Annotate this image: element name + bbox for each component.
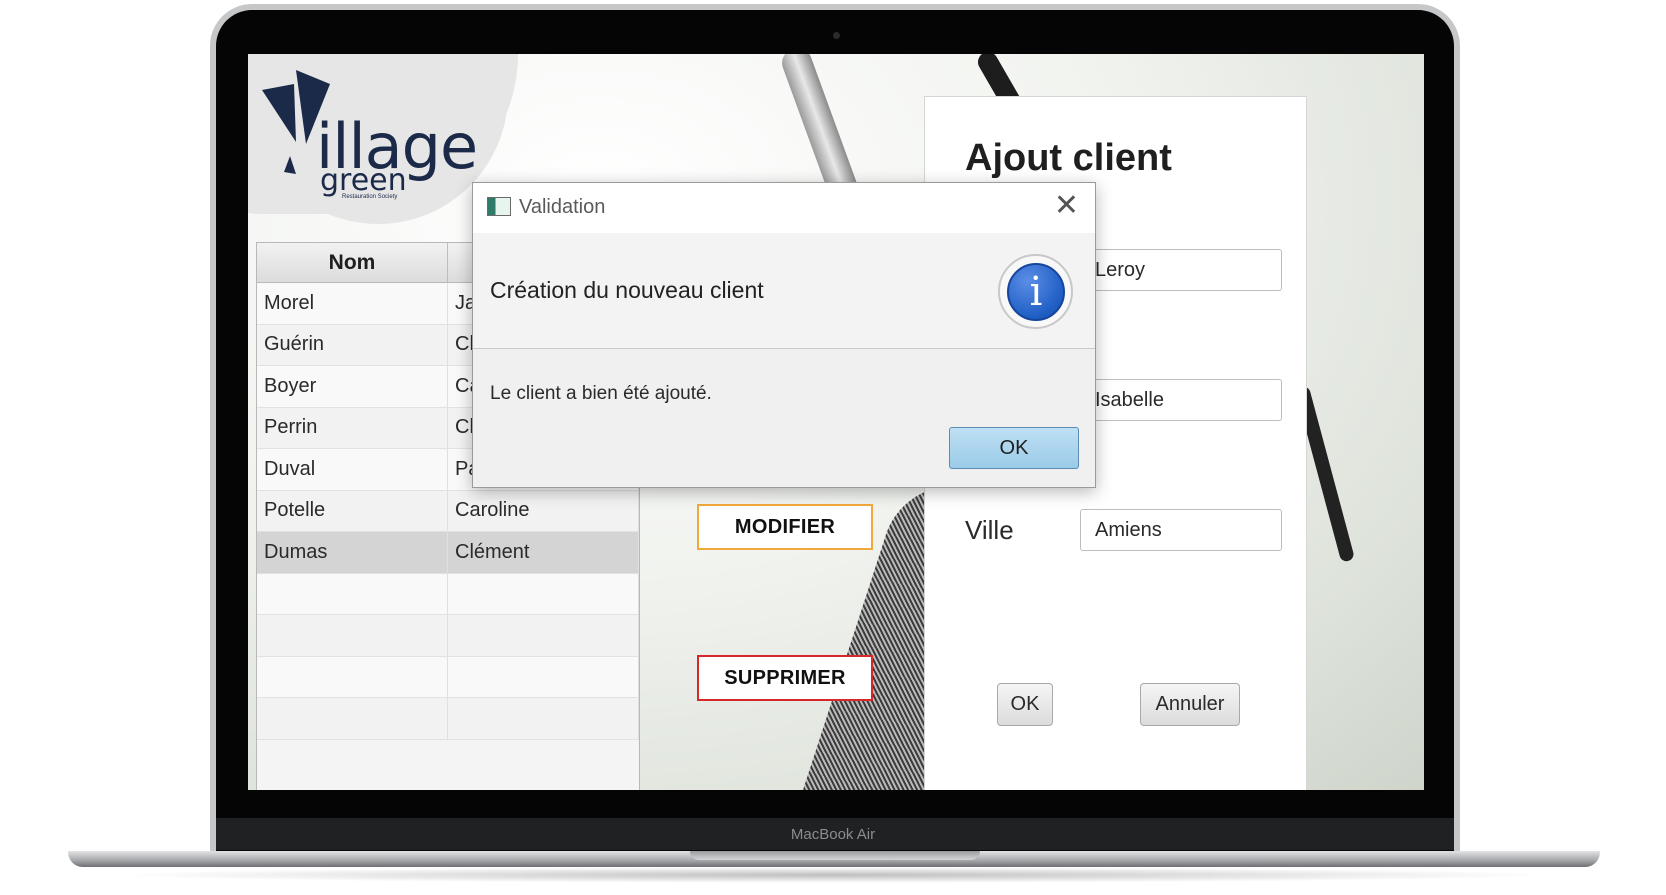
form-cancel-button[interactable]: Annuler bbox=[1140, 683, 1240, 726]
cell-nom bbox=[257, 698, 448, 739]
device-brand-label: MacBook Air bbox=[790, 826, 876, 843]
info-icon: i bbox=[1007, 263, 1065, 321]
cell-nom: Guérin bbox=[257, 324, 448, 365]
dialog-ok-button[interactable]: OK bbox=[949, 427, 1079, 469]
table-row-empty[interactable] bbox=[257, 698, 639, 740]
cell-nom: Dumas bbox=[257, 532, 448, 573]
validation-dialog: Validation ✕ Création du nouveau client … bbox=[472, 182, 1096, 488]
panel-title: Ajout client bbox=[965, 137, 1172, 179]
cell-nom: Morel bbox=[257, 283, 448, 324]
modify-button[interactable]: MODIFIER bbox=[697, 504, 873, 550]
cell-nom bbox=[257, 656, 448, 697]
dialog-header: Création du nouveau client i bbox=[473, 233, 1095, 349]
cell-prenom bbox=[448, 656, 639, 697]
dialog-header-text: Création du nouveau client bbox=[490, 277, 764, 303]
logo-tagline: Restauration Society bbox=[342, 194, 398, 200]
close-icon[interactable]: ✕ bbox=[1054, 191, 1079, 221]
dialog-title: Validation bbox=[519, 196, 606, 218]
table-row-empty[interactable] bbox=[257, 656, 639, 698]
cell-prenom bbox=[448, 615, 639, 656]
cell-nom: Perrin bbox=[257, 407, 448, 448]
delete-button[interactable]: SUPPRIMER bbox=[697, 655, 873, 701]
cell-prenom: Caroline bbox=[448, 490, 639, 531]
table-row-empty[interactable] bbox=[257, 573, 639, 615]
cell-nom: Duval bbox=[257, 449, 448, 490]
cell-nom bbox=[257, 615, 448, 656]
info-icon-ring: i bbox=[998, 254, 1073, 329]
table-row-selected[interactable]: Dumas Clément bbox=[257, 532, 639, 574]
camera-dot bbox=[833, 32, 840, 39]
cell-nom bbox=[257, 573, 448, 614]
column-header-nom[interactable]: Nom bbox=[257, 243, 448, 282]
table-row[interactable]: Potelle Caroline bbox=[257, 490, 639, 532]
cell-prenom bbox=[448, 698, 639, 739]
laptop-mockup: MacBook Air illage green Restauration So… bbox=[0, 0, 1666, 895]
table-row-empty[interactable] bbox=[257, 615, 639, 657]
logo-wordmark-sub: green bbox=[320, 163, 407, 198]
ville-field[interactable]: Amiens bbox=[1080, 509, 1282, 551]
dialog-titlebar[interactable]: Validation ✕ bbox=[473, 183, 1095, 233]
cell-nom: Potelle bbox=[257, 490, 448, 531]
laptop-shadow bbox=[110, 867, 1556, 883]
app-screen: illage green Restauration Society Nom Mo… bbox=[248, 54, 1424, 790]
prenom-field[interactable]: Isabelle bbox=[1080, 379, 1282, 421]
app-window-icon bbox=[487, 197, 511, 216]
form-ok-button[interactable]: OK bbox=[997, 683, 1053, 726]
nom-field[interactable]: Leroy bbox=[1080, 249, 1282, 291]
cell-prenom: Clément bbox=[448, 532, 639, 573]
cell-nom: Boyer bbox=[257, 366, 448, 407]
laptop-base-notch bbox=[690, 851, 980, 860]
cell-prenom bbox=[448, 573, 639, 614]
dialog-message: Le client a bien été ajouté. bbox=[490, 383, 712, 404]
ville-label: Ville bbox=[965, 515, 1014, 545]
